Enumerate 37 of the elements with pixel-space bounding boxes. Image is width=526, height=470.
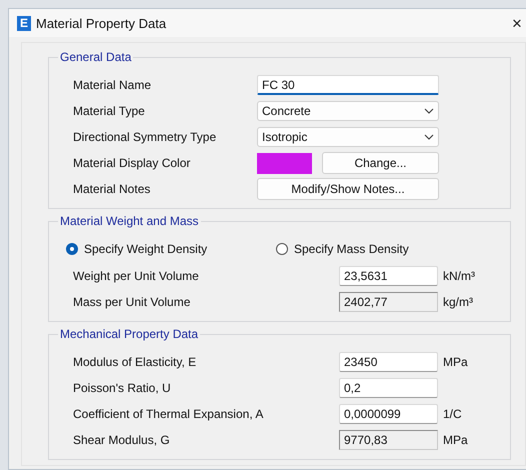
input-field[interactable]: 0,2 xyxy=(339,378,438,398)
field-label: Modulus of Elasticity, E xyxy=(73,355,198,369)
unit-label: MPa xyxy=(442,433,469,447)
unit-label: kg/m³ xyxy=(442,295,474,309)
input-field[interactable]: 23450 xyxy=(339,352,438,372)
field-label: Shear Modulus, G xyxy=(73,433,171,447)
field-label: Material Name xyxy=(73,78,152,92)
notes-button[interactable]: Modify/Show Notes... xyxy=(257,178,439,200)
window-title: Material Property Data xyxy=(36,16,168,30)
field-label: Coefficient of Thermal Expansion, A xyxy=(73,407,264,421)
app-logo-icon: E xyxy=(17,16,31,30)
close-button[interactable]: × xyxy=(512,14,526,32)
chevron-down-icon xyxy=(424,134,434,140)
unit-label: kN/m³ xyxy=(442,269,476,283)
group-title: General Data xyxy=(58,50,134,64)
input-field[interactable]: 23,5631 xyxy=(339,266,438,286)
change-button[interactable]: Change... xyxy=(322,152,439,174)
radio-option[interactable]: Specify Mass Density xyxy=(276,242,510,256)
group-title: Material Weight and Mass xyxy=(58,214,201,228)
unit-label: MPa xyxy=(442,355,469,369)
field-label: Material Type xyxy=(73,104,146,118)
field-label: Directional Symmetry Type xyxy=(73,130,218,144)
readonly-field: 2402,77 xyxy=(339,292,438,312)
chevron-down-icon xyxy=(424,108,434,114)
field-label: Poisson's Ratio, U xyxy=(73,381,172,395)
unit-label: 1/C xyxy=(442,407,463,421)
field-label: Material Notes xyxy=(73,182,152,196)
field-label: Mass per Unit Volume xyxy=(73,295,192,309)
group-title: Mechanical Property Data xyxy=(58,327,200,341)
radio-option[interactable]: Specify Weight Density xyxy=(66,242,276,256)
input-field[interactable]: FC 30 xyxy=(257,75,439,95)
field-label: Material Display Color xyxy=(73,156,192,170)
field-label: Weight per Unit Volume xyxy=(73,269,200,283)
dropdown[interactable]: Concrete xyxy=(257,101,439,121)
readonly-field: 9770,83 xyxy=(339,430,438,450)
dropdown[interactable]: Isotropic xyxy=(257,127,439,147)
input-field[interactable]: 0,0000099 xyxy=(339,404,438,424)
